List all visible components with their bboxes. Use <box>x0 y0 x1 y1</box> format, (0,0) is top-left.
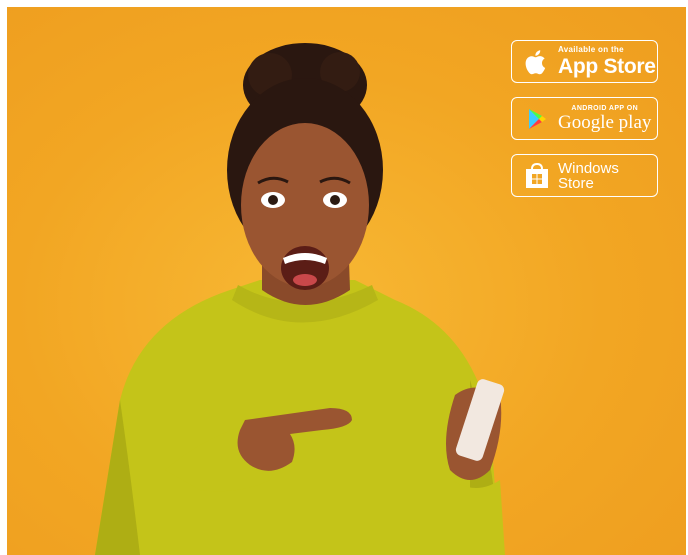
google-play-badge[interactable]: ANDROID APP ON Google play <box>511 97 658 140</box>
hero-image: Available on the App Store ANDROID APP O… <box>0 0 688 555</box>
app-store-small-text: Available on the <box>558 45 624 54</box>
windows-store-bag-icon <box>522 161 552 191</box>
apple-icon <box>522 47 552 77</box>
google-play-big-text: Google play <box>558 112 652 133</box>
top-border <box>0 0 688 7</box>
woman-with-phone-photo <box>95 43 505 555</box>
windows-store-line1: Windows <box>558 159 619 177</box>
left-border <box>0 0 7 555</box>
app-store-badge[interactable]: Available on the App Store <box>511 40 658 83</box>
windows-store-badge[interactable]: Windows Store <box>511 154 658 197</box>
app-store-big-text: App Store <box>558 55 656 78</box>
windows-store-line2: Store <box>558 174 594 192</box>
google-play-small-text: ANDROID APP ON <box>571 105 639 112</box>
play-store-icon <box>522 104 552 134</box>
